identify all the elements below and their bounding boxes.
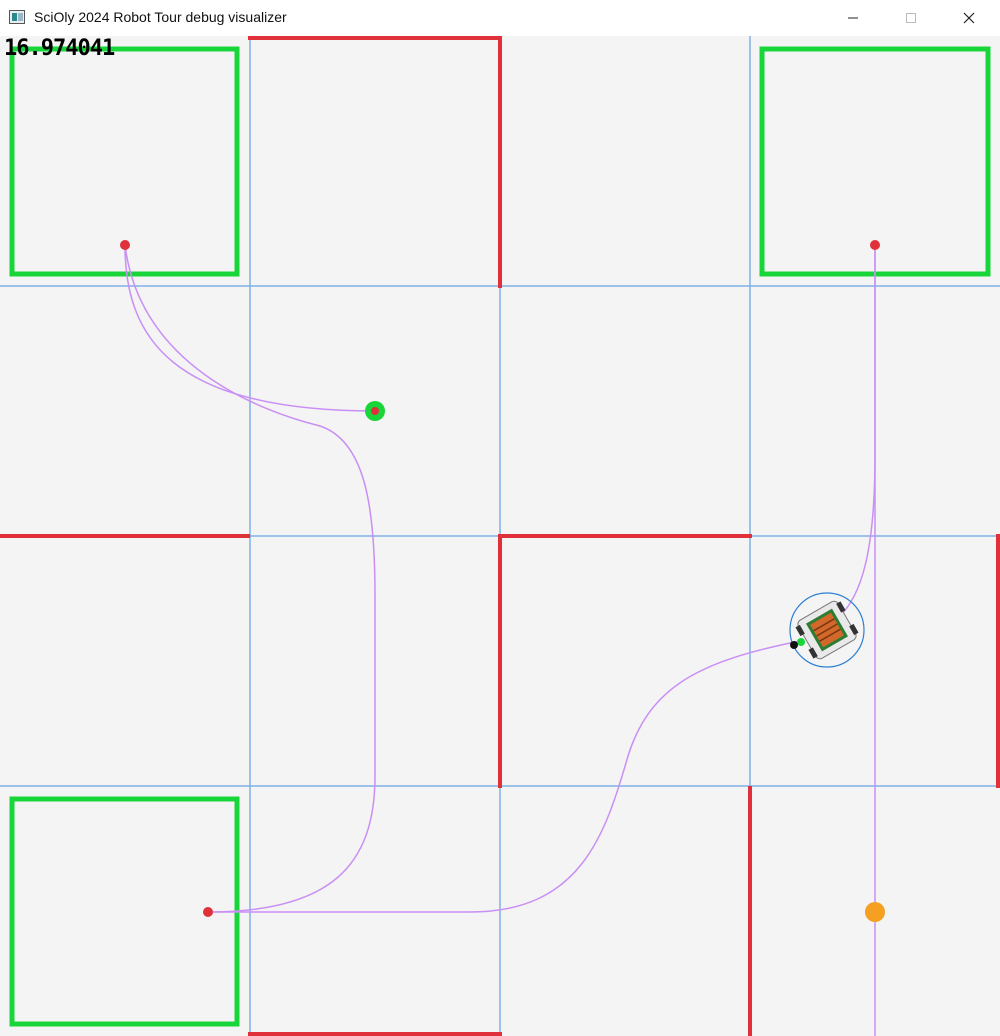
close-icon <box>963 12 975 24</box>
field-svg <box>0 36 1000 1036</box>
elapsed-time: 16.974041 <box>4 36 115 61</box>
close-button[interactable] <box>946 0 992 36</box>
field-canvas[interactable]: 16.974041 <box>0 36 1000 1036</box>
robot-body <box>795 600 859 660</box>
waypoint-dot <box>120 240 130 250</box>
minimize-button[interactable] <box>830 0 876 36</box>
title-bar: SciOly 2024 Robot Tour debug visualizer <box>0 0 1000 36</box>
walls <box>0 36 1000 1036</box>
waypoint-dot <box>870 240 880 250</box>
path-segment <box>208 640 801 913</box>
window-title: SciOly 2024 Robot Tour debug visualizer <box>34 9 287 25</box>
goal-target-dot <box>865 902 885 922</box>
minimize-icon <box>848 17 858 19</box>
maximize-button[interactable] <box>888 0 934 36</box>
robot <box>789 592 865 668</box>
app-icon <box>9 10 25 24</box>
robot-heading-dot <box>797 638 805 646</box>
waypoint-dot <box>203 907 213 917</box>
maximize-icon <box>906 13 916 23</box>
current-target-dot <box>371 407 379 415</box>
path-segment <box>839 245 876 617</box>
robot-marker-dot <box>790 641 798 649</box>
